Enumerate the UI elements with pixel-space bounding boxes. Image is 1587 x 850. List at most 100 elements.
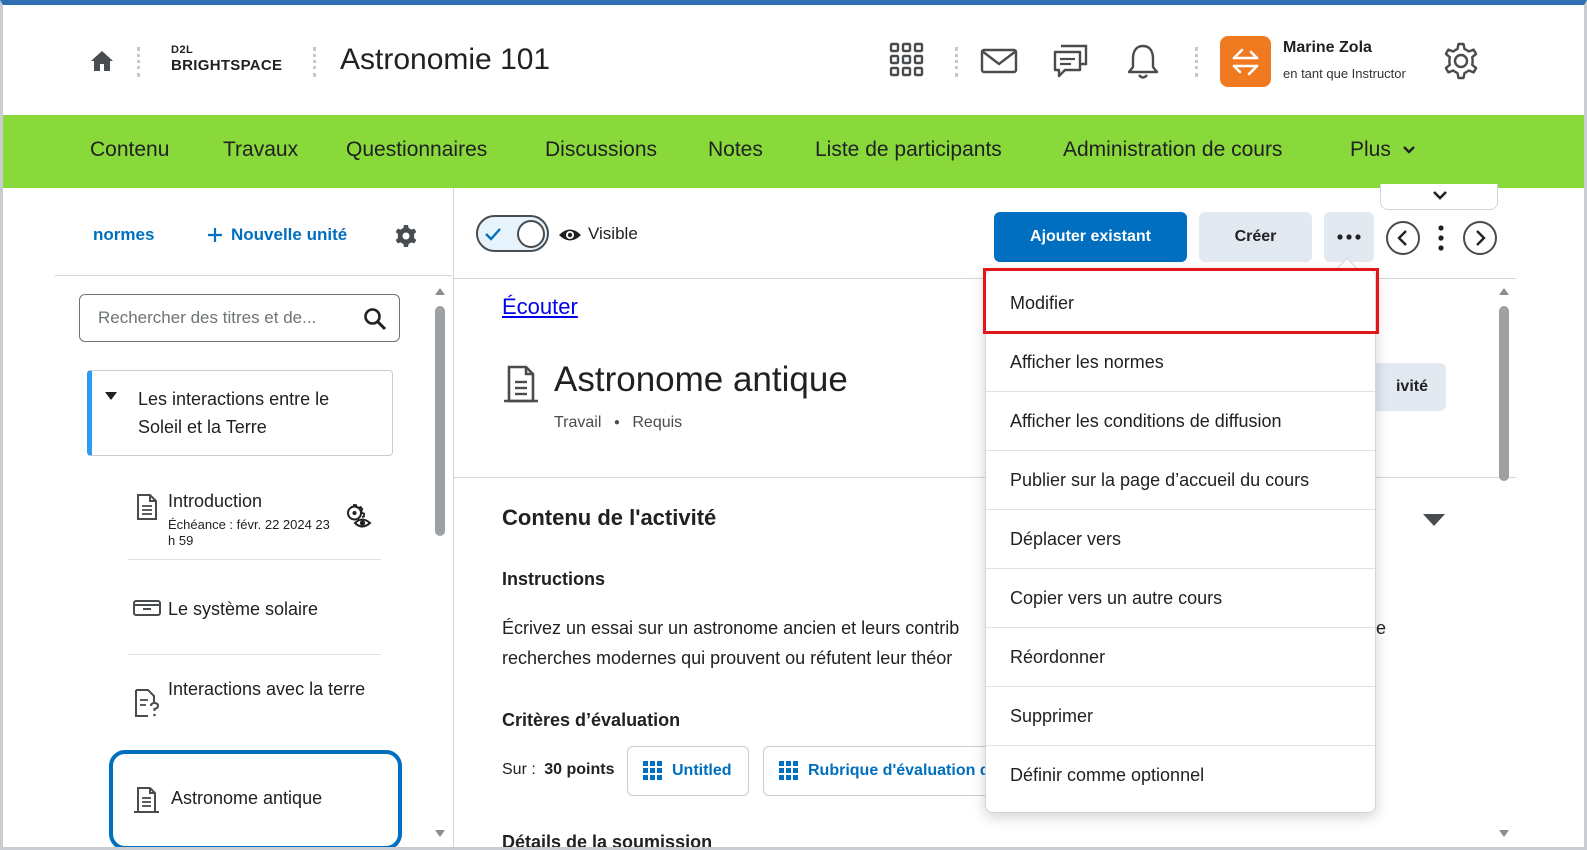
- unit-item-interactions[interactable]: Les interactions entre le Soleil et la T…: [87, 370, 393, 456]
- search-placeholder: Rechercher des titres et de...: [98, 308, 317, 327]
- main-scroll-thumb[interactable]: [1499, 306, 1509, 481]
- rubric-label: Untitled: [672, 762, 732, 779]
- instructions-tail: e: [1376, 618, 1387, 638]
- chat-icon[interactable]: [1051, 41, 1091, 81]
- scroll-up-icon[interactable]: [434, 286, 446, 296]
- normes-link[interactable]: normes: [93, 225, 154, 245]
- nav-item-participants[interactable]: Liste de participants: [815, 138, 1002, 162]
- nav-item-contenu[interactable]: Contenu: [90, 138, 169, 162]
- check-icon: [485, 228, 501, 241]
- create-button[interactable]: Créer: [1199, 212, 1312, 262]
- rubric-grid-icon: [779, 761, 798, 780]
- new-unit-label: Nouvelle unité: [231, 225, 348, 244]
- rubric-chip-evaluation[interactable]: Rubrique d'évaluation d: [763, 746, 1003, 796]
- module-box-icon: [133, 600, 161, 616]
- visibility-toggle[interactable]: [476, 215, 549, 252]
- previous-button[interactable]: [1386, 221, 1420, 255]
- more-vertical-icon[interactable]: [1437, 224, 1445, 252]
- toggle-knob: [517, 220, 545, 248]
- menu-item-publier-accueil[interactable]: Publier sur la page d’accueil du cours: [986, 451, 1375, 510]
- nav-item-administration[interactable]: Administration de cours: [1063, 138, 1282, 162]
- out-of: Sur : 30 points: [502, 761, 614, 779]
- section-title: Contenu de l'activité: [502, 505, 717, 530]
- header-separator: [313, 47, 316, 77]
- tree-item-astronome-antique[interactable]: Astronome antique: [109, 750, 402, 847]
- user-name[interactable]: Marine Zola: [1283, 39, 1372, 57]
- menu-item-conditions-diffusion[interactable]: Afficher les conditions de diffusion: [986, 392, 1375, 451]
- chevron-down-icon: [1433, 191, 1447, 200]
- chevron-left-icon: [1397, 230, 1407, 246]
- unit-title: Les interactions entre le Soleil et la T…: [138, 389, 330, 437]
- search-icon[interactable]: [363, 307, 387, 331]
- visibility-gear-icon[interactable]: [346, 504, 372, 530]
- eye-icon: [559, 229, 581, 241]
- main-scrollbar[interactable]: [1498, 286, 1510, 846]
- course-navbar: Contenu Travaux Questionnaires Discussio…: [3, 115, 1584, 188]
- more-actions-button[interactable]: [1324, 212, 1374, 262]
- content-sidebar: normes Nouvelle unité Rechercher des tit…: [3, 188, 453, 847]
- assignment-icon: [504, 365, 538, 403]
- sidebar-divider: [55, 275, 452, 276]
- activity-required: Requis: [632, 414, 683, 431]
- tree-item-introduction[interactable]: Introduction Échéance : févr. 22 2024 23…: [128, 480, 381, 560]
- home-icon[interactable]: [89, 49, 115, 73]
- meta-bullet: ●: [613, 417, 620, 429]
- header-separator: [137, 47, 140, 77]
- apps-grid-icon[interactable]: [887, 41, 927, 81]
- tree-item-interactions-terre[interactable]: Interactions avec la terre: [128, 655, 381, 750]
- mail-icon[interactable]: [979, 41, 1019, 81]
- nav-item-travaux[interactable]: Travaux: [223, 138, 298, 162]
- document-icon: [137, 494, 157, 520]
- caret-down-icon[interactable]: [1422, 513, 1446, 527]
- brightspace-logo[interactable]: D2L BRIGHTSPACE: [171, 44, 282, 74]
- settings-gear-icon[interactable]: [394, 224, 418, 248]
- menu-item-reordonner[interactable]: Réordonner: [986, 628, 1375, 687]
- avatar[interactable]: [1220, 36, 1271, 87]
- add-existing-button[interactable]: Ajouter existant: [994, 212, 1187, 262]
- course-title[interactable]: Astronomie 101: [340, 43, 550, 77]
- nav-plus-label: Plus: [1350, 138, 1391, 161]
- menu-item-copier[interactable]: Copier vers un autre cours: [986, 569, 1375, 628]
- out-of-label: Sur :: [502, 761, 536, 778]
- app-window: D2L BRIGHTSPACE Astronomie 101 Marine Zo…: [0, 0, 1587, 850]
- more-actions-menu: Modifier Afficher les normes Afficher le…: [985, 269, 1376, 813]
- menu-item-optionnel[interactable]: Définir comme optionnel: [986, 746, 1375, 805]
- scroll-down-icon[interactable]: [434, 829, 446, 839]
- swap-arrows-icon: [1232, 48, 1259, 76]
- caret-down-icon[interactable]: [104, 391, 118, 401]
- next-button[interactable]: [1463, 221, 1497, 255]
- tree-item-title: Introduction: [168, 491, 263, 511]
- chevron-right-icon: [1476, 230, 1486, 246]
- new-unit-button[interactable]: Nouvelle unité: [207, 225, 347, 245]
- nav-item-notes[interactable]: Notes: [708, 138, 763, 162]
- sidebar-scrollbar[interactable]: [434, 286, 446, 846]
- bell-icon[interactable]: [1123, 41, 1163, 81]
- header-separator: [1195, 47, 1198, 77]
- menu-item-deplacer[interactable]: Déplacer vers: [986, 510, 1375, 569]
- submission-details-title: Détails de la soumission: [502, 832, 713, 850]
- highlight-box: [983, 268, 1379, 334]
- visible-label: Visible: [588, 224, 638, 243]
- listen-link[interactable]: Écouter: [502, 294, 578, 320]
- nav-item-plus[interactable]: Plus: [1350, 138, 1417, 162]
- search-input[interactable]: Rechercher des titres et de...: [79, 294, 400, 342]
- points-value: 30 points: [544, 761, 615, 778]
- scroll-down-icon[interactable]: [1498, 829, 1510, 839]
- gear-icon[interactable]: [1441, 41, 1481, 81]
- more-horizontal-icon: [1337, 234, 1361, 240]
- nav-item-questionnaires[interactable]: Questionnaires: [346, 138, 487, 162]
- user-role: en tant que Instructor: [1283, 66, 1406, 81]
- header-separator: [955, 47, 958, 77]
- rubric-chip-untitled[interactable]: Untitled: [627, 746, 749, 796]
- scroll-up-icon[interactable]: [1498, 286, 1510, 296]
- menu-item-afficher-normes[interactable]: Afficher les normes: [986, 333, 1375, 392]
- activity-type: Travail: [554, 414, 602, 431]
- tree-item-due: Échéance : févr. 22 2024 23 h 59: [168, 517, 330, 548]
- sidebar-scroll-thumb[interactable]: [435, 306, 445, 536]
- collapse-toolbar-tab[interactable]: [1380, 184, 1498, 210]
- chevron-down-icon: [1402, 146, 1415, 154]
- logo-top-text: D2L: [171, 44, 194, 56]
- menu-item-supprimer[interactable]: Supprimer: [986, 687, 1375, 746]
- nav-item-discussions[interactable]: Discussions: [545, 138, 657, 162]
- tree-item-systeme-solaire[interactable]: Le système solaire: [128, 560, 381, 655]
